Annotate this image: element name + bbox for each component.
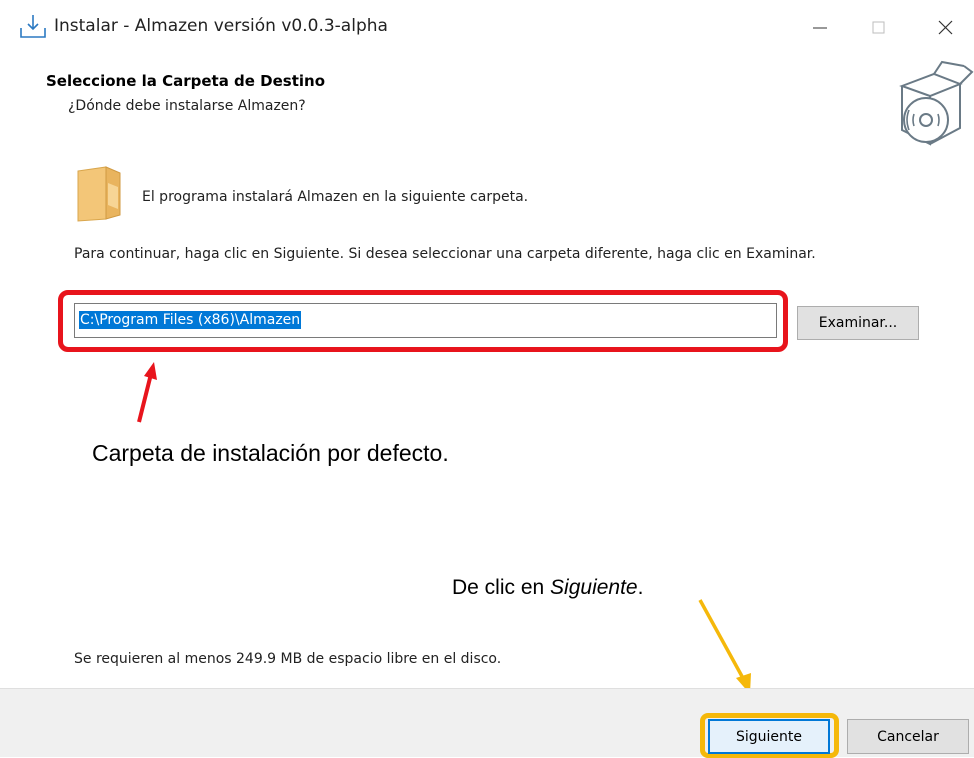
next-caption: De clic en Siguiente. (452, 576, 643, 600)
close-icon[interactable] (926, 12, 966, 42)
folder-message: El programa instalará Almazen en la sigu… (142, 189, 529, 205)
space-requirement: Se requieren al menos 249.9 MB de espaci… (74, 651, 502, 667)
minimize-icon[interactable] (800, 12, 840, 42)
cancel-button[interactable]: Cancelar (847, 719, 969, 754)
window-title: Instalar - Almazen versión v0.0.3-alpha (54, 16, 388, 36)
instruction-text: Para continuar, haga clic en Siguiente. … (74, 246, 816, 262)
path-highlight-box (58, 290, 788, 352)
browse-button[interactable]: Examinar... (797, 306, 919, 340)
yellow-arrow-annotation (698, 599, 751, 694)
wizard-header: Seleccione la Carpeta de Destino ¿Dónde … (0, 58, 974, 158)
title-bar: Instalar - Almazen versión v0.0.3-alpha (0, 0, 974, 58)
folder-icon (77, 166, 121, 222)
next-button[interactable]: Siguiente (708, 719, 830, 754)
page-heading: Seleccione la Carpeta de Destino (46, 72, 326, 90)
next-caption-emphasis: Siguiente (550, 576, 638, 599)
maximize-icon[interactable] (858, 12, 898, 42)
next-caption-prefix: De clic en (452, 576, 551, 599)
folder-caption: Carpeta de instalación por defecto. (92, 440, 449, 466)
next-caption-suffix: . (637, 576, 644, 599)
page-subheading: ¿Dónde debe instalarse Almazen? (68, 98, 306, 114)
download-icon (20, 15, 46, 38)
red-arrow-annotation (137, 362, 157, 423)
installer-box-disc-icon (899, 60, 974, 146)
